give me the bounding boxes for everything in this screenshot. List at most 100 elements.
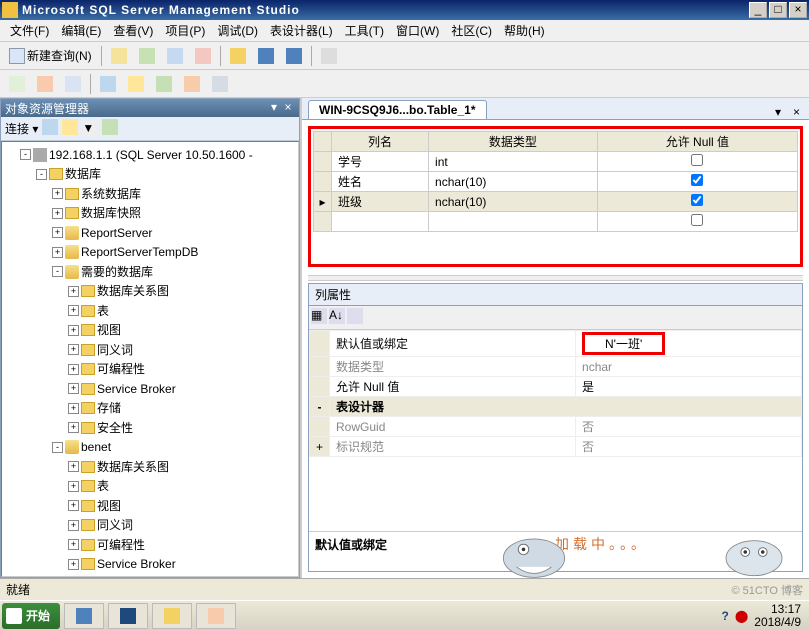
- start-button[interactable]: 开始: [2, 603, 60, 629]
- column-row: 学号 int: [314, 152, 798, 172]
- column-properties-panel: 列属性 ▦ A↓ 默认值或绑定N'一班' 数据类型nchar 允许 Null 值…: [308, 283, 803, 572]
- taskbar: 开始 ? ⬤ 13:17 2018/4/9: [0, 600, 809, 630]
- tree-reportserver: +ReportServer: [52, 224, 152, 242]
- tb2-btn-5[interactable]: [123, 73, 149, 95]
- object-explorer: 对象资源管理器 ▾ × 连接 ▾ ▼ -192.168.1.1 (SQL Ser…: [0, 98, 300, 578]
- nullable-checkbox[interactable]: [691, 214, 703, 226]
- categorized-button[interactable]: ▦: [311, 308, 327, 327]
- watermark: © 51CTO 博客: [732, 582, 803, 598]
- highlight-value: N'一班': [582, 332, 665, 355]
- open-button[interactable]: [225, 45, 251, 67]
- new-query-label: 新建查询(N): [27, 47, 92, 64]
- prop-row-rowguid: RowGuid否: [310, 417, 802, 437]
- tb-btn-2[interactable]: [134, 45, 160, 67]
- taskbar-item-1[interactable]: [64, 603, 104, 629]
- column-row: 姓名 nchar(10): [314, 172, 798, 192]
- menu-tools[interactable]: 工具(T): [339, 20, 390, 41]
- document-tab[interactable]: WIN-9CSQ9J6...bo.Table_1*: [308, 100, 487, 119]
- close-button[interactable]: ×: [789, 2, 807, 18]
- tb2-btn-4[interactable]: [95, 73, 121, 95]
- menu-window[interactable]: 窗口(W): [390, 20, 445, 41]
- alphabetical-button[interactable]: A↓: [329, 308, 345, 327]
- prop-row-allownull: 允许 Null 值是: [310, 377, 802, 397]
- highlight-box: 列名 数据类型 允许 Null 值 学号 int 姓名 nchar(10): [308, 126, 803, 267]
- oe-btn-2[interactable]: [62, 119, 78, 138]
- new-query-button[interactable]: 新建查询(N): [4, 45, 97, 67]
- tree-server: -192.168.1.1 (SQL Server 10.50.1600 -: [20, 146, 253, 164]
- prop-row-identity: +标识规范否: [310, 437, 802, 457]
- windows-logo-icon: [6, 608, 22, 624]
- menu-tabledesigner[interactable]: 表设计器(L): [264, 20, 339, 41]
- column-row-empty: [314, 212, 798, 232]
- tb-btn-1[interactable]: [106, 45, 132, 67]
- tray-clock[interactable]: 13:17 2018/4/9: [754, 603, 801, 629]
- col-header-name[interactable]: 列名: [332, 132, 429, 152]
- connect-dropdown[interactable]: 连接 ▾: [5, 120, 38, 137]
- column-row-selected: ▸ 班级 nchar(10): [314, 192, 798, 212]
- tb2-btn-8[interactable]: [207, 73, 233, 95]
- minimize-button[interactable]: _: [749, 2, 767, 18]
- tb2-btn-6[interactable]: [151, 73, 177, 95]
- tb-btn-4[interactable]: [190, 45, 216, 67]
- panel-close-icon[interactable]: ×: [281, 101, 295, 115]
- taskbar-item-3[interactable]: [152, 603, 192, 629]
- menu-community[interactable]: 社区(C): [445, 20, 498, 41]
- folder-icon: [49, 168, 63, 180]
- tray-help-icon[interactable]: ?: [722, 609, 729, 623]
- menu-view[interactable]: 查看(V): [107, 20, 159, 41]
- tree-reportservertemp: +ReportServerTempDB: [52, 243, 198, 261]
- column-properties-title: 列属性: [309, 284, 802, 306]
- menu-debug[interactable]: 调试(D): [211, 20, 264, 41]
- menubar: 文件(F) 编辑(E) 查看(V) 项目(P) 调试(D) 表设计器(L) 工具…: [0, 20, 809, 42]
- object-tree[interactable]: -192.168.1.1 (SQL Server 10.50.1600 - -数…: [1, 141, 299, 577]
- loading-text: 加载中。。。: [555, 534, 649, 554]
- server-icon: [33, 148, 47, 162]
- taskbar-item-4[interactable]: [196, 603, 236, 629]
- window-title: Microsoft SQL Server Management Studio: [22, 3, 747, 17]
- maximize-button[interactable]: □: [769, 2, 787, 18]
- pin-icon[interactable]: ▾: [267, 101, 281, 115]
- tab-close-icon[interactable]: ×: [793, 105, 807, 119]
- menu-help[interactable]: 帮助(H): [498, 20, 551, 41]
- filter-button[interactable]: ▼: [82, 121, 98, 137]
- menu-edit[interactable]: 编辑(E): [55, 20, 107, 41]
- tb-btn-3[interactable]: [162, 45, 188, 67]
- save-button[interactable]: [253, 45, 279, 67]
- col-header-null[interactable]: 允许 Null 值: [597, 132, 797, 152]
- database-icon: [65, 226, 79, 240]
- splitter[interactable]: [308, 275, 803, 281]
- tree-benet: -benet: [52, 438, 111, 456]
- new-query-icon: [9, 48, 25, 64]
- tree-databases: -数据库: [36, 165, 101, 183]
- tree-sysdb: +系统数据库: [52, 185, 141, 203]
- props-btn-3[interactable]: [347, 308, 363, 327]
- primary-key-button[interactable]: [32, 73, 58, 95]
- col-header-type[interactable]: 数据类型: [429, 132, 598, 152]
- refresh-button[interactable]: [102, 119, 118, 138]
- oe-btn-1[interactable]: [42, 119, 58, 138]
- tb2-btn-3[interactable]: [60, 73, 86, 95]
- toolbar-table: [0, 70, 809, 98]
- nullable-checkbox[interactable]: [691, 154, 703, 166]
- tray-status-icon[interactable]: ⬤: [735, 609, 748, 623]
- save-all-button[interactable]: [281, 45, 307, 67]
- nullable-checkbox[interactable]: [691, 174, 703, 186]
- prop-row-datatype: 数据类型nchar: [310, 357, 802, 377]
- object-explorer-title: 对象资源管理器: [5, 100, 267, 117]
- tb-btn-8[interactable]: [316, 45, 342, 67]
- prop-row-default: 默认值或绑定N'一班': [310, 331, 802, 357]
- tb2-btn-1[interactable]: [4, 73, 30, 95]
- toolbar-main: 新建查询(N): [0, 42, 809, 70]
- taskbar-item-2[interactable]: [108, 603, 148, 629]
- menu-project[interactable]: 项目(P): [159, 20, 211, 41]
- tree-needed-db: -需要的数据库: [52, 263, 153, 281]
- tab-dropdown-icon[interactable]: ▾: [775, 105, 789, 119]
- nullable-checkbox[interactable]: [691, 194, 703, 206]
- prop-category-tabledesigner: -表设计器: [310, 397, 802, 417]
- row-selector-icon[interactable]: ▸: [314, 192, 332, 212]
- tb2-btn-7[interactable]: [179, 73, 205, 95]
- status-bar: 就绪: [0, 578, 809, 600]
- menu-file[interactable]: 文件(F): [4, 20, 55, 41]
- tree-snapshot: +数据库快照: [52, 204, 141, 222]
- columns-grid[interactable]: 列名 数据类型 允许 Null 值 学号 int 姓名 nchar(10): [313, 131, 798, 232]
